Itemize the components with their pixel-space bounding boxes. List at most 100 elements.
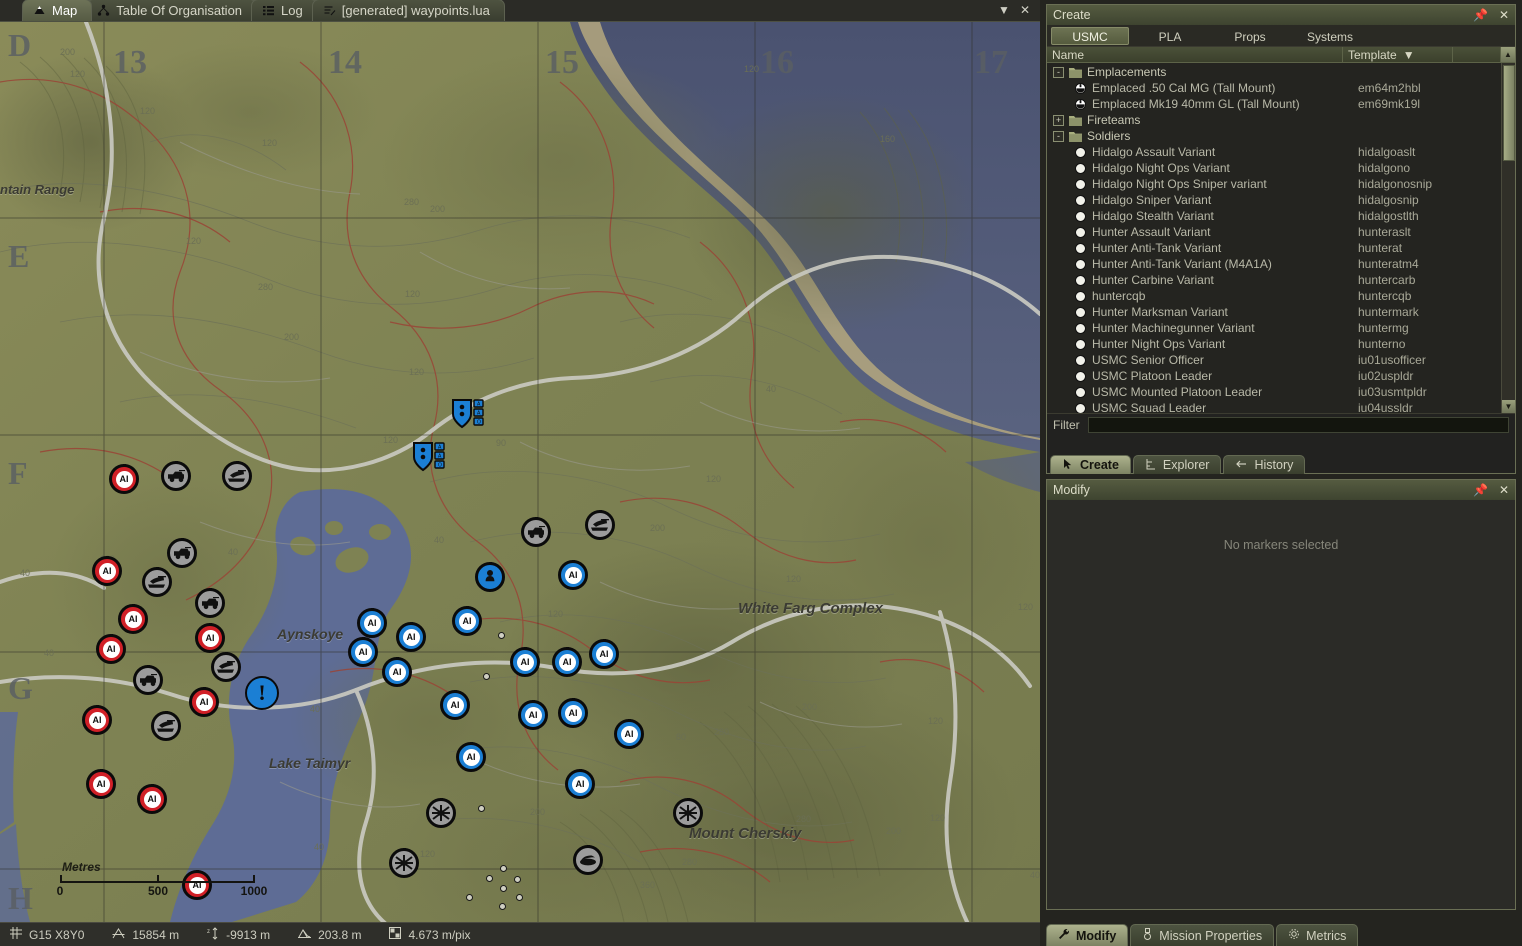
tab-create[interactable]: Create: [1050, 455, 1131, 474]
pin-icon[interactable]: 📌: [1473, 483, 1488, 497]
tree-expander[interactable]: -: [1053, 131, 1064, 142]
map-marker-squad[interactable]: AAO: [451, 398, 487, 433]
marker-bubble: [167, 538, 197, 568]
map-marker-squad[interactable]: AAO: [412, 441, 448, 476]
create-tree-scrollbar[interactable]: ▼: [1501, 63, 1515, 413]
tree-item-row[interactable]: Emplaced Mk19 40mm GL (Tall Mount)em69mk…: [1047, 96, 1501, 112]
bottom-tab-metrics[interactable]: Metrics: [1276, 924, 1358, 946]
close-icon[interactable]: ✕: [1499, 8, 1509, 22]
pin-icon[interactable]: 📌: [1473, 8, 1488, 22]
tabstrip-dropdown-icon[interactable]: ▼: [998, 4, 1010, 16]
tree-item-row[interactable]: huntercqbhuntercqb: [1047, 288, 1501, 304]
svg-text:40: 40: [766, 384, 776, 394]
altitude-icon: [298, 927, 311, 942]
map-marker-objective-point[interactable]: [500, 885, 507, 892]
close-icon[interactable]: ✕: [1499, 483, 1509, 497]
tree-item-label: Hunter Carbine Variant: [1092, 273, 1358, 287]
tree-item-row[interactable]: Hunter Anti-Tank Variant (M4A1A)hunterat…: [1047, 256, 1501, 272]
svg-text:200: 200: [650, 523, 665, 533]
faction-tab-systems[interactable]: Systems: [1291, 27, 1369, 45]
map-marker-alert[interactable]: !: [245, 676, 279, 710]
marker-bubble: [475, 562, 505, 592]
tree-group-row[interactable]: -Emplacements: [1047, 64, 1501, 80]
bottom-tab-modify[interactable]: Modify: [1046, 924, 1128, 946]
map-marker-objective-point[interactable]: [466, 894, 473, 901]
scroll-down-arrow[interactable]: ▼: [1502, 400, 1515, 413]
tree-item-row[interactable]: USMC Mounted Platoon Leaderiu03usmtpldr: [1047, 384, 1501, 400]
tree-item-row[interactable]: Hidalgo Assault Varianthidalgoaslt: [1047, 144, 1501, 160]
faction-tab-props[interactable]: Props: [1211, 27, 1289, 45]
create-tree[interactable]: -EmplacementsEmplaced .50 Cal MG (Tall M…: [1047, 63, 1515, 413]
tabstrip-close-icon[interactable]: ✕: [1020, 4, 1030, 16]
svg-text:O: O: [438, 462, 442, 468]
map-marker-objective-point[interactable]: [486, 875, 493, 882]
document-tab-log[interactable]: Log: [251, 0, 318, 21]
svg-text:280: 280: [714, 727, 729, 737]
tree-item-label: Hidalgo Assault Variant: [1092, 145, 1358, 159]
scale-label-1000: 1000: [241, 884, 268, 898]
tree-item-row[interactable]: Hidalgo Night Ops Varianthidalgono: [1047, 160, 1501, 176]
map-marker-objective-point[interactable]: [516, 894, 523, 901]
svg-text:40: 40: [1030, 870, 1040, 880]
faction-tab-pla[interactable]: PLA: [1131, 27, 1209, 45]
document-tab-table-of-organisation[interactable]: Table Of Organisation: [86, 0, 257, 21]
sort-desc-icon[interactable]: ▼: [1403, 47, 1415, 63]
tab-explorer[interactable]: Explorer: [1133, 455, 1222, 474]
column-header-template[interactable]: Template ▼: [1343, 47, 1453, 62]
svg-text:120: 120: [70, 69, 85, 79]
tree-expander[interactable]: +: [1053, 115, 1064, 126]
person-icon: [483, 569, 497, 585]
document-tab-waypoints-lua[interactable]: [generated] waypoints.lua: [312, 0, 505, 21]
marker-bubble: AI: [565, 769, 595, 799]
tree-item-template: hunteratm4: [1358, 257, 1419, 271]
map-marker-objective-point[interactable]: [483, 673, 490, 680]
marker-bubble: [585, 510, 615, 540]
resolution-icon: [389, 927, 401, 942]
tree-item-row[interactable]: Hunter Night Ops Varianthunterno: [1047, 336, 1501, 352]
scroll-up-arrow[interactable]: ▲: [1501, 47, 1515, 62]
soldier-icon: [1075, 195, 1086, 206]
filter-input[interactable]: [1088, 417, 1509, 433]
squad-shield-icon: AAO: [451, 398, 487, 430]
column-header-name[interactable]: Name: [1047, 47, 1343, 62]
tree-group-row[interactable]: +Fireteams: [1047, 112, 1501, 128]
marker-bubble: [426, 798, 456, 828]
map-marker-objective-point[interactable]: [498, 632, 505, 639]
scale-tick: [253, 875, 255, 883]
map-marker-objective-point[interactable]: [500, 865, 507, 872]
marker-bubble: AI: [92, 556, 122, 586]
tree-item-row[interactable]: USMC Platoon Leaderiu02uspldr: [1047, 368, 1501, 384]
map-marker-objective-point[interactable]: [499, 903, 506, 910]
tree-item-row[interactable]: Hidalgo Sniper Varianthidalgosnip: [1047, 192, 1501, 208]
tree-item-label: Hunter Anti-Tank Variant: [1092, 241, 1358, 255]
tree-item-row[interactable]: Emplaced .50 Cal MG (Tall Mount)em64m2hb…: [1047, 80, 1501, 96]
map-marker-objective-point[interactable]: [478, 805, 485, 812]
tree-group-row[interactable]: -Soldiers: [1047, 128, 1501, 144]
tree-item-row[interactable]: Hidalgo Night Ops Sniper varianthidalgon…: [1047, 176, 1501, 192]
scrollbar-thumb[interactable]: [1503, 65, 1515, 161]
map-canvas[interactable]: 200120 120120 280200 120280 200120 12012…: [0, 22, 1040, 924]
tree-item-row[interactable]: Hunter Marksman Varianthuntermark: [1047, 304, 1501, 320]
svg-text:200: 200: [530, 807, 545, 817]
create-tree-list[interactable]: -EmplacementsEmplaced .50 Cal MG (Tall M…: [1047, 63, 1501, 413]
tree-item-row[interactable]: Hunter Assault Varianthunteraslt: [1047, 224, 1501, 240]
tree-item-row[interactable]: USMC Squad Leaderiu04ussldr: [1047, 400, 1501, 413]
document-tab-map[interactable]: Map: [22, 0, 92, 21]
tree-item-template: hidalgono: [1358, 161, 1410, 175]
tree-expander[interactable]: -: [1053, 67, 1064, 78]
bottom-tab-mission-properties[interactable]: Mission Properties: [1130, 924, 1274, 946]
faction-tab-usmc[interactable]: USMC: [1051, 27, 1129, 45]
ai-label: AI: [572, 776, 589, 793]
tank-icon: [147, 575, 167, 589]
tree-item-row[interactable]: Hunter Anti-Tank Varianthunterat: [1047, 240, 1501, 256]
map-marker-objective-point[interactable]: [514, 876, 521, 883]
tree-item-row[interactable]: Hunter Carbine Varianthuntercarb: [1047, 272, 1501, 288]
tab-history[interactable]: History: [1223, 455, 1305, 474]
scale-tick: [157, 875, 159, 883]
document-tab-label: Map: [52, 3, 77, 18]
tree-item-template: iu02uspldr: [1358, 369, 1413, 383]
tree-item-row[interactable]: Hunter Machinegunner Varianthuntermg: [1047, 320, 1501, 336]
tree-item-row[interactable]: USMC Senior Officeriu01usofficer: [1047, 352, 1501, 368]
tree-item-row[interactable]: Hidalgo Stealth Varianthidalgostlth: [1047, 208, 1501, 224]
svg-text:120: 120: [744, 64, 759, 74]
